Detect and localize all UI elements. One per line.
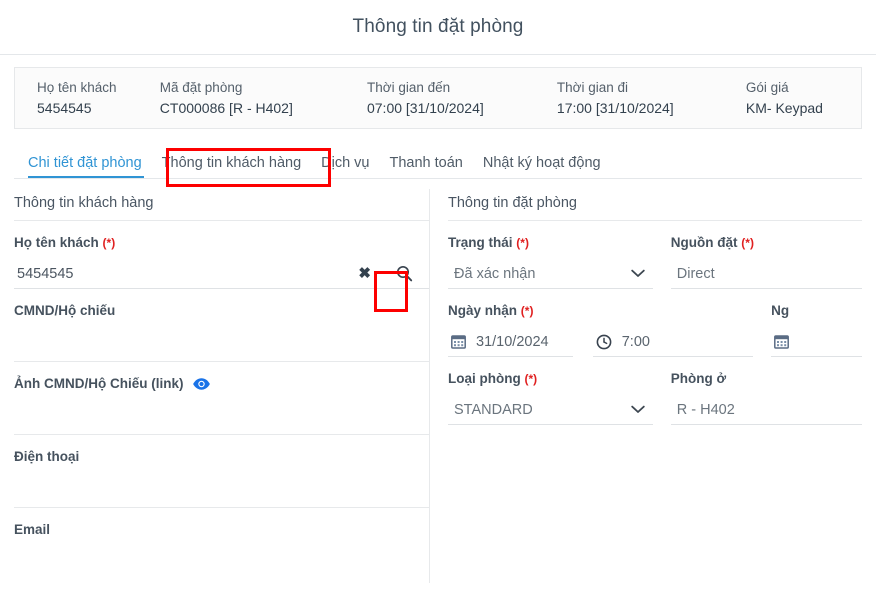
summary-value: 5454545 <box>37 100 92 116</box>
checkin-date-value: 31/10/2024 <box>476 333 549 350</box>
booking-summary-bar: Họ tên khách 5454545 Mã đặt phòng CT0000… <box>14 67 862 129</box>
room-row: Loại phòng (*) STANDARD Phòng ở R - H402 <box>448 371 862 425</box>
id-photo-label: Ảnh CMND/Hộ Chiếu (link) <box>14 376 429 391</box>
summary-label: Thời gian đi <box>556 80 629 95</box>
source-value: Direct <box>676 265 715 282</box>
room-field: Phòng ở R - H402 <box>653 371 862 425</box>
required-marker: (*) <box>516 236 529 250</box>
title-bar: Thông tin đặt phòng <box>0 0 876 55</box>
checkin-time-label <box>593 303 753 318</box>
id-photo-field: Ảnh CMND/Hộ Chiếu (link) <box>14 376 429 435</box>
tab-bar: Chi tiết đặt phòng Thông tin khách hàng … <box>0 143 876 179</box>
required-marker: (*) <box>520 304 534 318</box>
phone-input[interactable] <box>14 473 429 508</box>
required-marker: (*) <box>102 236 116 250</box>
status-label: Trạng thái (*) <box>448 235 653 250</box>
source-field: Nguồn đặt (*) Direct <box>653 235 862 289</box>
status-source-row: Trạng thái (*) Đã xác nhận Nguồn đặt (*)… <box>448 235 862 289</box>
status-select[interactable]: Đã xác nhận <box>448 259 653 289</box>
summary-item-guest-name: Họ tên khách 5454545 <box>37 80 160 116</box>
tab-bar-divider <box>14 178 862 179</box>
calendar-icon <box>451 334 466 349</box>
id-photo-input[interactable] <box>14 400 429 435</box>
booking-info-section-title: Thông tin đặt phòng <box>448 195 862 221</box>
checkin-time-input[interactable]: 7:00 <box>592 327 754 357</box>
room-type-select[interactable]: STANDARD <box>448 395 653 425</box>
summary-value: CT000086 [R - H402] <box>159 100 293 116</box>
customer-info-panel: Thông tin khách hàng Họ tên khách (*) 54… <box>14 179 429 583</box>
checkout-date-input[interactable] <box>771 327 862 357</box>
room-type-label: Loại phòng (*) <box>448 371 653 386</box>
guest-name-input[interactable]: 5454545 ✖ <box>14 259 429 289</box>
room-value: R - H402 <box>676 401 735 418</box>
clock-icon <box>596 334 612 350</box>
checkout-date-field: Ng <box>753 303 862 357</box>
eye-icon[interactable] <box>192 377 211 391</box>
required-marker: (*) <box>524 372 538 386</box>
customer-info-section-title: Thông tin khách hàng <box>14 195 429 221</box>
tab-activity-log[interactable]: Nhật ký hoạt động <box>473 155 611 180</box>
checkin-date-input[interactable]: 31/10/2024 <box>448 327 573 357</box>
summary-value: 07:00 [31/10/2024] <box>366 100 484 116</box>
summary-item-booking-code: Mã đặt phòng CT000086 [R - H402] <box>160 80 367 116</box>
booking-summary-wrapper: Họ tên khách 5454545 Mã đặt phòng CT0000… <box>0 55 876 129</box>
id-number-input[interactable] <box>14 327 429 362</box>
status-value: Đã xác nhận <box>454 265 536 282</box>
checkin-time-value: 7:00 <box>621 333 650 350</box>
email-field-group: Email <box>14 522 429 537</box>
chevron-down-icon <box>631 269 645 278</box>
summary-item-departure-time: Thời gian đi 17:00 [31/10/2024] <box>557 80 746 116</box>
summary-label: Thời gian đến <box>366 80 451 95</box>
search-icon[interactable] <box>396 265 413 282</box>
content-area: Thông tin khách hàng Họ tên khách (*) 54… <box>0 179 876 583</box>
calendar-icon <box>774 334 790 349</box>
checkin-date-field: Ngày nhận (*) 31/10/2024 <box>448 303 573 357</box>
checkin-row: Ngày nhận (*) 31/10/2024 7:00 Ng <box>448 303 862 357</box>
source-label-text: Nguồn đặt <box>670 235 738 250</box>
source-label: Nguồn đặt (*) <box>671 235 862 250</box>
chevron-down-icon <box>631 405 645 414</box>
checkin-date-label-text: Ngày nhận <box>448 303 518 318</box>
checkout-date-label: Ng <box>771 303 790 318</box>
email-label: Email <box>14 522 51 537</box>
summary-label: Gói giá <box>745 80 789 95</box>
tab-customer-info[interactable]: Thông tin khách hàng <box>152 155 311 180</box>
room-type-field: Loại phòng (*) STANDARD <box>448 371 653 425</box>
summary-item-rate-package: Gói giá KM- Keypad <box>746 80 861 116</box>
tab-payment[interactable]: Thanh toán <box>380 155 473 180</box>
guest-name-field: Họ tên khách (*) 5454545 ✖ <box>14 235 429 289</box>
page-title: Thông tin đặt phòng <box>352 16 524 37</box>
summary-item-arrival-time: Thời gian đến 07:00 [31/10/2024] <box>367 80 557 116</box>
room-select[interactable]: R - H402 <box>670 395 862 425</box>
phone-label: Điện thoại <box>14 449 80 464</box>
close-icon[interactable]: ✖ <box>358 266 371 281</box>
required-marker: (*) <box>741 236 754 250</box>
summary-label: Họ tên khách <box>37 80 117 95</box>
tab-booking-details[interactable]: Chi tiết đặt phòng <box>14 155 152 180</box>
id-number-label: CMND/Hộ chiếu <box>14 303 116 318</box>
room-label: Phòng ở <box>670 371 727 386</box>
summary-label: Mã đặt phòng <box>159 80 243 95</box>
id-photo-label-text: Ảnh CMND/Hộ Chiếu (link) <box>14 376 184 391</box>
checkin-date-label: Ngày nhận (*) <box>448 303 573 318</box>
source-select[interactable]: Direct <box>670 259 862 289</box>
checkin-time-field: 7:00 <box>573 303 754 357</box>
room-type-value: STANDARD <box>454 401 533 418</box>
id-number-field: CMND/Hộ chiếu <box>14 303 429 362</box>
guest-name-label: Họ tên khách (*) <box>14 235 429 250</box>
summary-value: KM- Keypad <box>745 100 823 116</box>
tab-services[interactable]: Dịch vụ <box>311 155 379 180</box>
guest-name-label-text: Họ tên khách <box>14 235 99 250</box>
guest-name-value: 5454545 <box>17 265 74 282</box>
summary-value: 17:00 [31/10/2024] <box>556 100 674 116</box>
booking-info-panel: Thông tin đặt phòng Trạng thái (*) Đã xá… <box>430 179 862 583</box>
status-field: Trạng thái (*) Đã xác nhận <box>448 235 653 289</box>
room-type-label-text: Loại phòng <box>448 371 521 386</box>
status-label-text: Trạng thái <box>448 235 513 250</box>
phone-field: Điện thoại <box>14 449 429 508</box>
